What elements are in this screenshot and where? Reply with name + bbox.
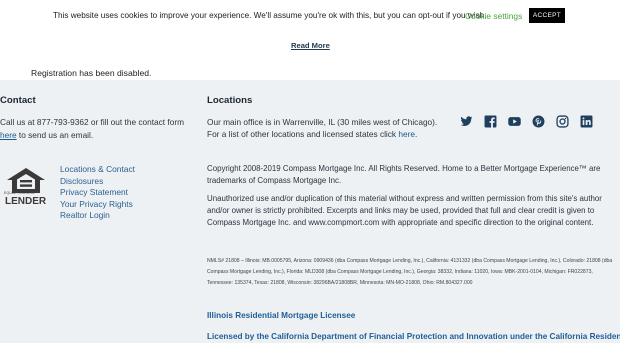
youtube-icon[interactable] <box>508 115 521 128</box>
linkedin-icon[interactable] <box>580 115 593 128</box>
locations-text: Our main office is in Warrenville, IL (3… <box>207 116 437 141</box>
locations-link[interactable]: here <box>398 129 415 139</box>
locations-period: . <box>415 129 418 140</box>
footer-link-privacy-rights[interactable]: Your Privacy Rights <box>60 199 135 211</box>
california-license-link[interactable]: Licensed by the California Department of… <box>207 332 620 341</box>
lender-text: LENDER <box>5 196 47 207</box>
equal-housing-text: EQUAL HOUSING <box>4 191 35 195</box>
contact-text-after: to send us an email. <box>16 129 94 140</box>
footer-link-realtor-login[interactable]: Realtor Login <box>60 210 135 222</box>
footer-nav: Locations & Contact Disclosures Privacy … <box>60 164 135 222</box>
cookie-settings-link[interactable]: Cookie settings <box>465 11 522 21</box>
cookie-message: This website uses cookies to improve you… <box>53 11 487 20</box>
footer-link-locations-contact[interactable]: Locations & Contact <box>60 164 135 176</box>
accept-cookies-button[interactable]: ACCEPT <box>529 8 565 23</box>
footer-link-disclosures[interactable]: Disclosures <box>60 176 135 188</box>
contact-text: Call us at 877-793-9362 or fill out the … <box>0 116 190 141</box>
contact-form-link[interactable]: here <box>0 130 17 140</box>
twitter-icon[interactable] <box>460 115 473 128</box>
contact-heading: Contact <box>0 95 36 106</box>
locations-line2-text: For a list of other locations and licens… <box>207 129 399 140</box>
illinois-licensee-link[interactable]: Illinois Residential Mortgage Licensee <box>207 311 355 320</box>
instagram-icon[interactable] <box>556 115 569 128</box>
locations-line1: Our main office is in Warrenville, IL (3… <box>207 117 438 127</box>
registration-notice: Registration has been disabled. <box>31 68 152 78</box>
footer-link-privacy-statement[interactable]: Privacy Statement <box>60 187 135 199</box>
locations-line2: For a list of other locations and licens… <box>207 128 437 140</box>
facebook-icon[interactable] <box>484 115 497 128</box>
pinterest-icon[interactable] <box>532 115 545 128</box>
nmls-licenses-text: NMLS# 21808 – Illinois: MB.0005795, Ariz… <box>207 258 613 287</box>
site-footer: Contact Call us at 877-793-9362 or fill … <box>0 80 620 343</box>
cookie-banner: This website uses cookies to improve you… <box>0 0 620 57</box>
copyright-text: Copyright 2008-2019 Compass Mortgage Inc… <box>207 164 601 186</box>
registration-notice-strip: Registration has been disabled. <box>0 57 620 80</box>
locations-heading: Locations <box>207 95 253 106</box>
read-more-link[interactable]: Read More <box>291 41 330 50</box>
contact-text-before: Call us at 877-793-9362 or fill out the … <box>0 117 185 127</box>
unauthorized-use-text: Unauthorized use and/or duplication of t… <box>207 194 602 228</box>
